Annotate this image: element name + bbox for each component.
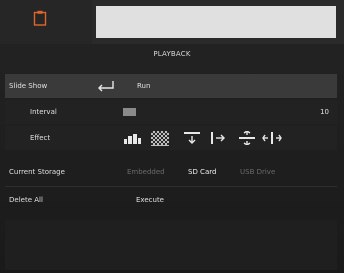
interval-label: Interval xyxy=(30,108,57,116)
delete-all-row[interactable]: Delete All Execute xyxy=(5,188,337,212)
empty-area xyxy=(5,220,337,270)
storage-option-embedded[interactable]: Embedded xyxy=(127,160,165,184)
delete-all-label: Delete All xyxy=(9,196,43,204)
interval-slider[interactable] xyxy=(123,108,136,116)
effect-split-vertical-icon[interactable] xyxy=(238,130,256,147)
clipboard-icon xyxy=(33,10,47,30)
effect-row[interactable]: Effect xyxy=(5,126,337,150)
playback-screen: PLAYBACK Slide Show Run Interval 10 Effe… xyxy=(0,0,344,273)
page-title: PLAYBACK xyxy=(153,50,191,58)
storage-label: Current Storage xyxy=(9,168,65,176)
effect-wipe-down-icon[interactable] xyxy=(183,131,201,147)
effect-split-horizontal-icon[interactable] xyxy=(262,131,282,147)
storage-row[interactable]: Current Storage Embedded SD Card USB Dri… xyxy=(5,160,337,184)
interval-value: 10 xyxy=(320,108,329,116)
effect-blocks-icon[interactable] xyxy=(123,131,143,147)
slideshow-label: Slide Show xyxy=(9,82,48,90)
interval-row[interactable]: Interval 10 xyxy=(5,100,337,124)
execute-button[interactable]: Execute xyxy=(136,188,164,212)
row-divider xyxy=(5,186,337,187)
run-button[interactable]: Run xyxy=(137,74,150,98)
storage-option-sd-card[interactable]: SD Card xyxy=(188,160,216,184)
effect-label: Effect xyxy=(30,134,51,142)
enter-icon xyxy=(97,80,115,94)
top-bar xyxy=(0,0,344,44)
menu-tab[interactable] xyxy=(0,0,92,44)
storage-option-usb-drive[interactable]: USB Drive xyxy=(240,160,275,184)
slideshow-row[interactable]: Slide Show Run xyxy=(5,74,337,98)
effect-dissolve-icon[interactable] xyxy=(151,131,169,148)
effect-wipe-right-icon[interactable] xyxy=(210,131,228,147)
title-field xyxy=(96,6,336,38)
